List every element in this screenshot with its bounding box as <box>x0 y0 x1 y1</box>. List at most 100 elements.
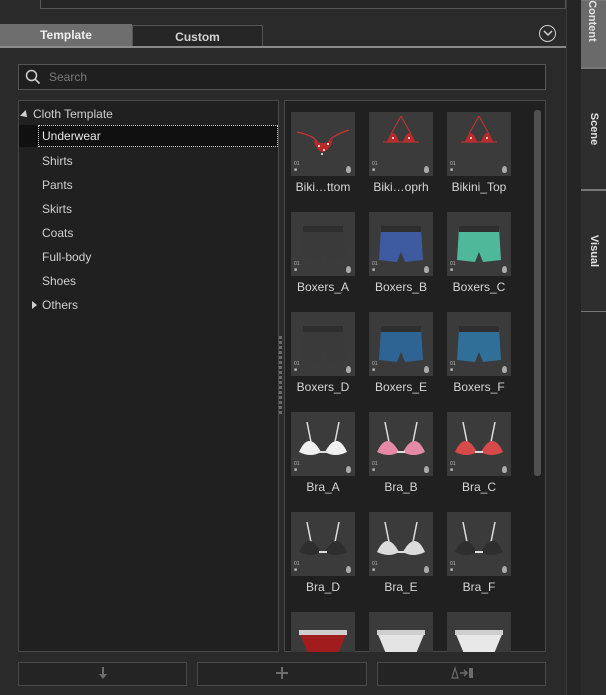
boxers-thumb: 01 ■ <box>447 312 511 376</box>
side-tab-scene-label: Scene <box>587 112 600 146</box>
fire-icon <box>424 366 429 373</box>
grid-item[interactable]: 01 ■ Bikini_Top <box>447 112 511 198</box>
replace-icon <box>378 665 545 683</box>
grid-item-label: Bra_B <box>384 480 418 494</box>
fire-icon <box>346 166 351 173</box>
fire-icon <box>346 366 351 373</box>
fire-icon <box>346 466 351 473</box>
grid-item-label: Bra_A <box>306 480 340 494</box>
tree-item-others-row[interactable]: Others <box>19 294 278 316</box>
grid-item-label: Bra_D <box>305 580 340 594</box>
grid-item[interactable]: 01 ■ Boxers_E <box>369 312 433 398</box>
add-button[interactable] <box>197 662 367 686</box>
bra-thumb: 01 ■ <box>291 412 355 476</box>
tree-item-pants[interactable]: Pants <box>42 174 278 196</box>
item-type-badge: 01 ■ <box>372 461 378 473</box>
bikini-top-thumb: 01 ■ <box>369 112 433 176</box>
expanded-triangle-icon <box>20 109 30 120</box>
grid-item[interactable]: 01 ■ Boxers_A <box>291 212 355 298</box>
item-type-badge: 01 ■ <box>372 561 378 573</box>
fire-icon <box>502 366 507 373</box>
bra-thumb: 01 ■ <box>369 412 433 476</box>
panel-splitter[interactable] <box>279 336 283 416</box>
grid-item[interactable]: 01 ■ Boxers_C <box>447 212 511 298</box>
item-type-badge: 01 ■ <box>294 461 300 473</box>
fire-icon <box>346 566 351 573</box>
grid-item[interactable]: 01 ■ Bra_D <box>291 512 355 598</box>
grid-item-label: Bra_C <box>461 480 496 494</box>
grid-item[interactable]: 01 ■ Biki…oprh <box>369 112 433 198</box>
boxers-thumb: 01 ■ <box>291 212 355 276</box>
grid-item[interactable]: 01 ■ Bra_B <box>369 412 433 498</box>
grid-item[interactable]: 01 ■ Bra_E <box>369 512 433 598</box>
grid-item-label: Biki…oprh <box>373 180 429 194</box>
grid-item[interactable]: 01 ■ Biki…ttom <box>291 112 355 198</box>
boxers-thumb: 01 ■ <box>291 312 355 376</box>
side-tab-visual[interactable]: Visual <box>581 190 606 312</box>
fire-icon <box>424 566 429 573</box>
brief-thumb: 01■ <box>369 612 433 652</box>
tree-item-others: Others <box>42 298 79 312</box>
grid-item-label: Boxers_F <box>453 380 505 394</box>
tab-custom[interactable]: Custom <box>132 25 263 46</box>
fire-icon <box>502 166 507 173</box>
brief-thumb: 01■ <box>291 612 355 652</box>
bra-thumb: 01 ■ <box>369 512 433 576</box>
grid-item[interactable]: 01■ <box>447 612 511 652</box>
item-type-badge: 01 ■ <box>294 161 300 173</box>
grid-scrollbar[interactable] <box>534 110 541 476</box>
tree-root-label: Cloth Template <box>33 107 113 121</box>
grid-item[interactable]: 01 ■ Boxers_D <box>291 312 355 398</box>
fire-icon <box>424 466 429 473</box>
search-input[interactable] <box>49 68 529 86</box>
grid-item-label: Bra_F <box>462 580 496 594</box>
download-icon <box>19 666 186 683</box>
tree-item-shirts[interactable]: Shirts <box>42 150 278 172</box>
plus-icon <box>198 666 366 683</box>
tree-item-coats[interactable]: Coats <box>42 222 278 244</box>
download-button[interactable] <box>18 662 187 686</box>
selection-highlight <box>19 125 38 147</box>
grid-item[interactable]: 01 ■ Bra_C <box>447 412 511 498</box>
chevron-down-icon <box>543 30 553 37</box>
search-icon <box>25 69 41 85</box>
tree-item-skirts[interactable]: Skirts <box>42 198 278 220</box>
item-type-badge: 01 ■ <box>294 261 300 273</box>
collapse-button[interactable] <box>539 25 556 42</box>
fire-icon <box>502 566 507 573</box>
tree-item-shoes[interactable]: Shoes <box>42 270 278 292</box>
tab-template[interactable]: Template <box>0 24 132 46</box>
grid-item-label: Boxers_C <box>452 280 506 294</box>
side-tab-content[interactable]: Content <box>581 0 606 68</box>
fire-icon <box>346 266 351 273</box>
replace-button[interactable] <box>377 662 546 686</box>
tree-item-full-body[interactable]: Full-body <box>42 246 278 268</box>
grid-item[interactable]: 01 ■ Bra_A <box>291 412 355 498</box>
side-tab-scene[interactable]: Scene <box>581 68 606 190</box>
boxers-thumb: 01 ■ <box>447 212 511 276</box>
item-type-badge: 01 ■ <box>450 261 456 273</box>
bra-thumb: 01 ■ <box>447 412 511 476</box>
grid-item-label: Boxers_D <box>296 380 350 394</box>
fire-icon <box>424 166 429 173</box>
item-type-badge: 01 ■ <box>372 161 378 173</box>
grid-item[interactable]: 01 ■ Bra_F <box>447 512 511 598</box>
grid-item[interactable]: 01 ■ Boxers_F <box>447 312 511 398</box>
grid-item[interactable]: 01■ <box>369 612 433 652</box>
category-tree: Cloth Template Underwear Shirts Pants Sk… <box>18 100 279 652</box>
tree-root-cloth-template[interactable]: Cloth Template <box>20 103 113 125</box>
item-type-badge: 01 ■ <box>450 461 456 473</box>
grid-item[interactable]: 01 ■ Boxers_B <box>369 212 433 298</box>
fire-icon <box>502 466 507 473</box>
item-type-badge: 01 ■ <box>294 561 300 573</box>
fire-icon <box>424 266 429 273</box>
grid-item-label: Bra_E <box>384 580 418 594</box>
grid-item-label: Boxers_A <box>296 280 350 294</box>
tree-item-underwear[interactable]: Underwear <box>38 125 278 147</box>
top-panel-edge <box>40 0 566 9</box>
grid-item[interactable]: 01■ <box>291 612 355 652</box>
bra-thumb: 01 ■ <box>291 512 355 576</box>
item-type-badge: 01 ■ <box>294 361 300 373</box>
right-panel-divider <box>566 0 581 695</box>
grid-item-label: Boxers_E <box>374 380 428 394</box>
